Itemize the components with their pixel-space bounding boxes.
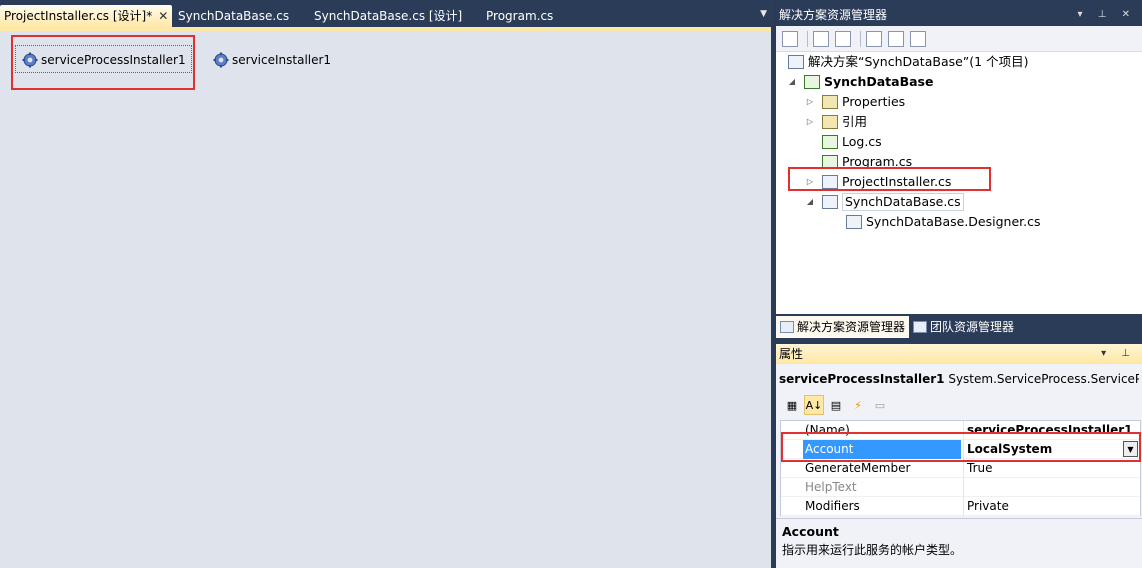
solution-explorer-toolbar <box>776 26 1142 52</box>
tree-item-designer[interactable]: SynchDataBase.Designer.cs <box>846 212 1041 232</box>
tab-label: 解决方案资源管理器 <box>797 320 906 334</box>
view-designer-icon[interactable] <box>888 30 904 47</box>
properties-folder-icon <box>822 95 838 109</box>
properties-panel: serviceProcessInstaller1 System.ServiceP… <box>776 364 1142 568</box>
solution-explorer-title-bar: 解决方案资源管理器 ▾ ⊥ ✕ <box>776 5 1142 25</box>
component-file-icon <box>822 195 838 209</box>
tree-item-log[interactable]: Log.cs <box>822 132 882 152</box>
tab-label: ProjectInstaller.cs [设计]* <box>4 9 153 23</box>
solution-explorer-icon <box>780 321 794 333</box>
panel-title: 解决方案资源管理器 <box>779 8 888 22</box>
pin-icon[interactable]: ▾ ⊥ ✕ <box>1078 5 1136 25</box>
component-label: serviceInstaller1 <box>232 53 332 67</box>
property-value[interactable]: Private <box>963 497 1140 516</box>
solution-icon <box>788 55 804 69</box>
tree-item-properties[interactable]: ▷ Properties <box>804 92 905 112</box>
property-name: Modifiers <box>805 499 860 513</box>
object-selector[interactable]: serviceProcessInstaller1 System.ServiceP… <box>779 370 1139 388</box>
node-label: Log.cs <box>842 134 882 149</box>
team-explorer-icon <box>913 321 928 333</box>
tab-label: SynchDataBase.cs <box>178 9 290 23</box>
csharp-file-icon <box>822 135 838 149</box>
description-title: Account <box>782 524 839 539</box>
highlight-box-account <box>781 432 1141 462</box>
property-row-helptext[interactable]: HelpText <box>781 478 1140 497</box>
node-label: SynchDataBase.cs <box>842 193 964 211</box>
collapsed-arrow-icon[interactable]: ▷ <box>804 92 816 112</box>
property-name: HelpText <box>805 480 857 494</box>
property-row-modifiers[interactable]: Modifiers Private <box>781 497 1140 516</box>
gear-icon <box>213 52 229 68</box>
toolbar-separator <box>807 30 808 47</box>
document-tab-bar: ProjectInstaller.cs [设计]* ✕ SynchDataBase… <box>0 5 775 27</box>
properties-toolbar: ▦ A↓ ▤ ⚡ ▭ <box>782 394 890 416</box>
class-diagram-icon[interactable] <box>910 30 926 47</box>
tab-label: SynchDataBase.cs [设计] <box>314 9 463 23</box>
tab-label: Program.cs <box>486 9 554 23</box>
highlight-box-projectinstaller <box>788 167 991 191</box>
node-label: 解决方案“SynchDataBase”(1 个项目) <box>808 54 1029 69</box>
object-name: serviceProcessInstaller1 <box>779 372 945 386</box>
categorized-icon[interactable]: ▦ <box>782 395 802 415</box>
properties-view-icon[interactable]: ▤ <box>826 395 846 415</box>
node-label: SynchDataBase.Designer.cs <box>866 214 1041 229</box>
tab-label: 团队资源管理器 <box>930 320 1015 334</box>
component-tray[interactable]: serviceProcessInstaller1 serviceInstalle… <box>0 27 771 568</box>
chevron-down-icon[interactable]: ▼ <box>760 9 767 19</box>
tab-synchdatabase-design[interactable]: SynchDataBase.cs [设计] <box>310 5 466 27</box>
solution-tree: 解决方案“SynchDataBase”(1 个项目) ◢ SynchDataBa… <box>776 52 1142 314</box>
object-type: System.ServiceProcess.ServiceProce <box>948 372 1139 386</box>
collapsed-arrow-icon[interactable]: ▷ <box>804 112 816 132</box>
dock-bottom-tabs: 解决方案资源管理器 团队资源管理器 <box>776 316 1142 338</box>
tree-project-node[interactable]: ◢ SynchDataBase <box>786 72 933 92</box>
pin-icon[interactable]: ▾ ⊥ <box>1101 344 1136 364</box>
references-icon <box>822 115 838 129</box>
tab-synchdatabase-code[interactable]: SynchDataBase.cs <box>174 5 293 27</box>
designer-file-icon <box>846 215 862 229</box>
node-label: Properties <box>842 94 906 109</box>
toolbar-separator <box>860 30 861 47</box>
node-label: 引用 <box>842 114 868 129</box>
tab-solution-explorer[interactable]: 解决方案资源管理器 <box>776 316 910 338</box>
show-all-files-icon[interactable] <box>813 30 829 47</box>
tab-program[interactable]: Program.cs <box>482 5 557 27</box>
tab-projectinstaller-design[interactable]: ProjectInstaller.cs [设计]* ✕ <box>0 5 172 27</box>
view-code-icon[interactable] <box>866 30 882 47</box>
properties-title-bar: 属性 ▾ ⊥ <box>776 344 1142 364</box>
alphabetical-icon[interactable]: A↓ <box>804 395 824 415</box>
property-pages-icon[interactable]: ▭ <box>870 395 890 415</box>
tree-item-synchdatabase[interactable]: ◢ SynchDataBase.cs <box>804 192 964 212</box>
events-icon[interactable]: ⚡ <box>848 395 868 415</box>
property-description: Account 指示用来运行此服务的帐户类型。 <box>776 518 1142 568</box>
highlight-box-component <box>11 35 195 90</box>
right-dock: 解决方案资源管理器 ▾ ⊥ ✕ 解决方案“SynchDataBase”(1 个项… <box>776 0 1142 568</box>
panel-title: 属性 <box>779 347 804 361</box>
close-icon[interactable]: ✕ <box>158 5 168 27</box>
properties-icon[interactable] <box>782 30 798 47</box>
refresh-icon[interactable] <box>835 30 851 47</box>
csharp-project-icon <box>804 75 820 89</box>
component-serviceinstaller1[interactable]: serviceInstaller1 <box>213 49 331 71</box>
expanded-arrow-icon[interactable]: ◢ <box>804 192 816 212</box>
editor-area: ProjectInstaller.cs [设计]* ✕ SynchDataBase… <box>0 0 775 568</box>
expanded-arrow-icon[interactable]: ◢ <box>786 72 798 92</box>
description-text: 指示用来运行此服务的帐户类型。 <box>782 543 963 557</box>
tree-item-references[interactable]: ▷ 引用 <box>804 112 867 132</box>
property-value[interactable] <box>963 478 1140 497</box>
node-label: SynchDataBase <box>824 74 934 89</box>
tab-team-explorer[interactable]: 团队资源管理器 <box>909 316 1018 338</box>
tree-solution-node[interactable]: 解决方案“SynchDataBase”(1 个项目) <box>788 52 1028 72</box>
